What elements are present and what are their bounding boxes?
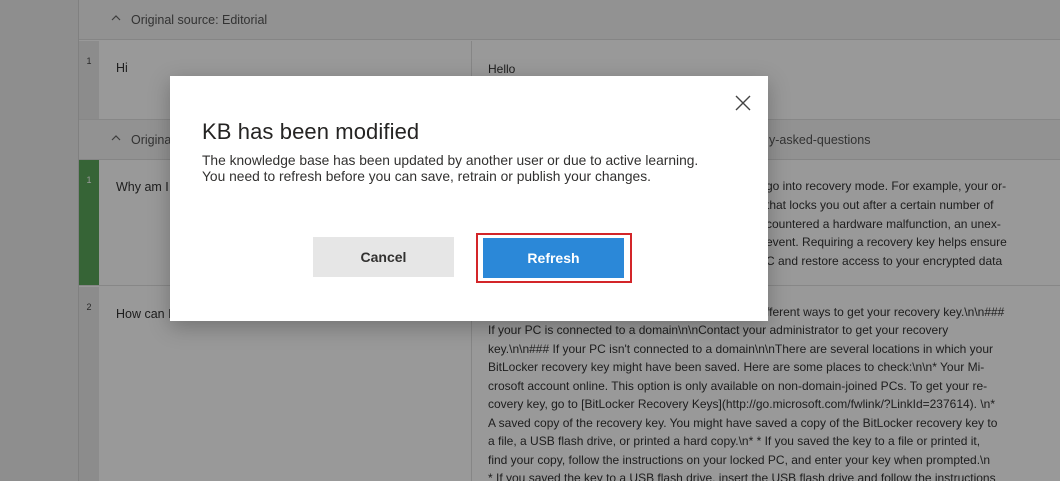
refresh-button[interactable]: Refresh	[483, 238, 624, 278]
cancel-button[interactable]: Cancel	[313, 237, 454, 277]
dialog-title: KB has been modified	[202, 119, 420, 144]
close-icon[interactable]	[735, 95, 753, 113]
dialog-message: The knowledge base has been updated by a…	[202, 153, 699, 184]
kb-modified-dialog: KB has been modified The knowledge base …	[170, 76, 768, 321]
